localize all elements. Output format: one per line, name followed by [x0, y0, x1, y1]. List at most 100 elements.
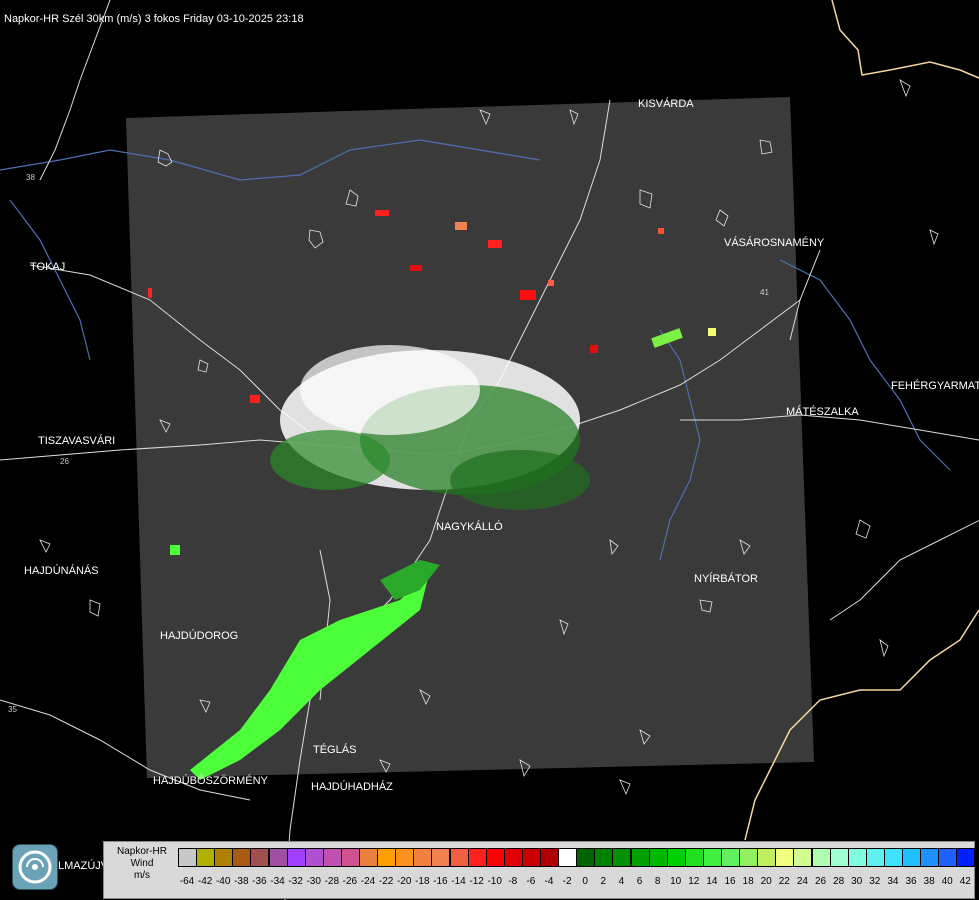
city-label-vasarosnameny: VÁSÁROSNAMÉNY	[724, 236, 825, 249]
legend-tick: 20	[760, 876, 772, 887]
legend-tick: -20	[396, 876, 412, 887]
legend-tick: 40	[941, 876, 953, 887]
legend-swatch	[340, 848, 360, 867]
road-number: 38	[26, 173, 35, 182]
legend-label-line: Wind	[130, 858, 154, 869]
city-label-tokaj: TOKAJ	[30, 261, 65, 273]
legend-tick: 30	[851, 876, 863, 887]
legend-tick: 14	[706, 876, 718, 887]
legend-tick: -6	[526, 876, 536, 887]
legend-swatch	[757, 848, 777, 867]
legend-tick: 36	[905, 876, 917, 887]
legend-label: Napkor-HR Wind m/s	[106, 846, 178, 882]
legend-swatch	[883, 848, 903, 867]
legend-tick: -22	[378, 876, 394, 887]
legend-swatch	[847, 848, 867, 867]
legend-tick: -24	[360, 876, 376, 887]
city-label-hajdunanas: HAJDÚNÁNÁS	[24, 564, 99, 577]
legend-swatch	[431, 848, 451, 867]
legend-swatch	[558, 848, 578, 867]
legend-swatch	[775, 848, 795, 867]
legend-swatch	[793, 848, 813, 867]
legend-tick: -34	[270, 876, 285, 887]
legend-tick: 16	[724, 876, 736, 887]
legend-tick: 0	[582, 876, 588, 887]
legend-tick: -38	[234, 876, 249, 887]
legend-swatch	[811, 848, 831, 867]
legend-tick: -64	[179, 876, 195, 887]
legend-tick: 2	[600, 876, 607, 887]
legend-swatch	[232, 848, 252, 867]
legend-swatch	[956, 848, 976, 867]
legend-tick: 8	[654, 876, 661, 887]
country-border	[831, 0, 979, 79]
legend-swatch	[268, 848, 288, 867]
legend-tick: -18	[415, 876, 430, 887]
logo-icon	[12, 844, 58, 890]
legend-swatch	[666, 848, 686, 867]
legend-tick: 32	[869, 876, 881, 887]
legend-tick: -36	[252, 876, 267, 887]
legend-swatch	[829, 848, 849, 867]
legend-tick: 38	[923, 876, 935, 887]
legend-swatch	[594, 848, 614, 867]
legend-swatch	[702, 848, 722, 867]
road	[829, 519, 979, 621]
legend-swatch	[521, 848, 541, 867]
city-label-nyirbator: NYÍRBÁTOR	[694, 572, 758, 585]
legend-tick: 12	[688, 876, 700, 887]
map-title: Napkor-HR Szél 30km (m/s) 3 fokos Friday…	[4, 13, 304, 25]
legend-tick: 10	[670, 876, 682, 887]
river	[779, 259, 951, 471]
city-label-hajduboszormeny: HAJDÚBÖSZÖRMÉNY	[153, 774, 269, 787]
legend-swatch	[865, 848, 885, 867]
legend-tick: 22	[778, 876, 790, 887]
legend-tick: -8	[508, 876, 518, 887]
legend-swatch	[540, 848, 559, 867]
legend-tick: 18	[742, 876, 754, 887]
legend-swatch	[612, 848, 632, 867]
legend-swatch	[467, 848, 487, 867]
legend-tick: -16	[433, 876, 448, 887]
legend-swatch	[250, 848, 270, 867]
legend-tick: -4	[544, 876, 554, 887]
legend-swatch	[684, 848, 704, 867]
legend-swatch	[449, 848, 469, 867]
road	[39, 0, 111, 181]
legend-swatch	[286, 848, 306, 867]
city-label-tiszavasvari: TISZAVASVÁRI	[38, 434, 115, 447]
legend-swatch	[648, 848, 668, 867]
radar-map-view: 38 26 41 35 KISVÁRDA TOKAJ VÁSÁROSNAMÉNY…	[0, 0, 979, 900]
legend-tick: -30	[306, 876, 321, 887]
city-label-mateszalka: MÁTÉSZALKA	[786, 405, 859, 418]
legend-tick: -14	[451, 876, 466, 887]
map-canvas: 38 26 41 35 KISVÁRDA TOKAJ VÁSÁROSNAMÉNY…	[0, 0, 979, 900]
legend-tick: 26	[814, 876, 827, 887]
legend-swatch	[214, 848, 234, 867]
legend-tick: -40	[215, 876, 231, 887]
legend-swatch	[485, 848, 505, 867]
legend-tick: -2	[562, 876, 572, 887]
legend-swatch	[359, 848, 378, 867]
city-label-nagykallo: NAGYKÁLLÓ	[436, 520, 503, 533]
legend-swatch	[739, 848, 759, 867]
legend-swatch	[413, 848, 433, 867]
legend-label-line: Napkor-HR	[116, 846, 167, 857]
legend-label-line: m/s	[133, 870, 151, 881]
color-legend: Napkor-HR Wind m/s -64 -42 -40 -38 -36 -34 -32…	[103, 841, 976, 899]
legend-tick: -10	[487, 876, 502, 887]
legend-tick: 4	[618, 876, 625, 887]
legend-swatch	[178, 848, 197, 867]
legend-swatch	[630, 848, 650, 867]
legend-swatch	[920, 848, 940, 867]
legend-swatch	[322, 848, 342, 867]
legend-swatch	[196, 848, 216, 867]
city-label-hajduhadhaz: HAJDÚHADHÁZ	[311, 780, 393, 793]
legend-tick: 34	[887, 876, 899, 887]
legend-tick: 24	[796, 876, 808, 887]
legend-tick: -32	[288, 876, 303, 887]
legend-swatch	[377, 848, 397, 867]
legend-swatch	[938, 848, 958, 867]
river	[9, 199, 91, 361]
city-label-teglas: TÉGLÁS	[313, 743, 356, 756]
